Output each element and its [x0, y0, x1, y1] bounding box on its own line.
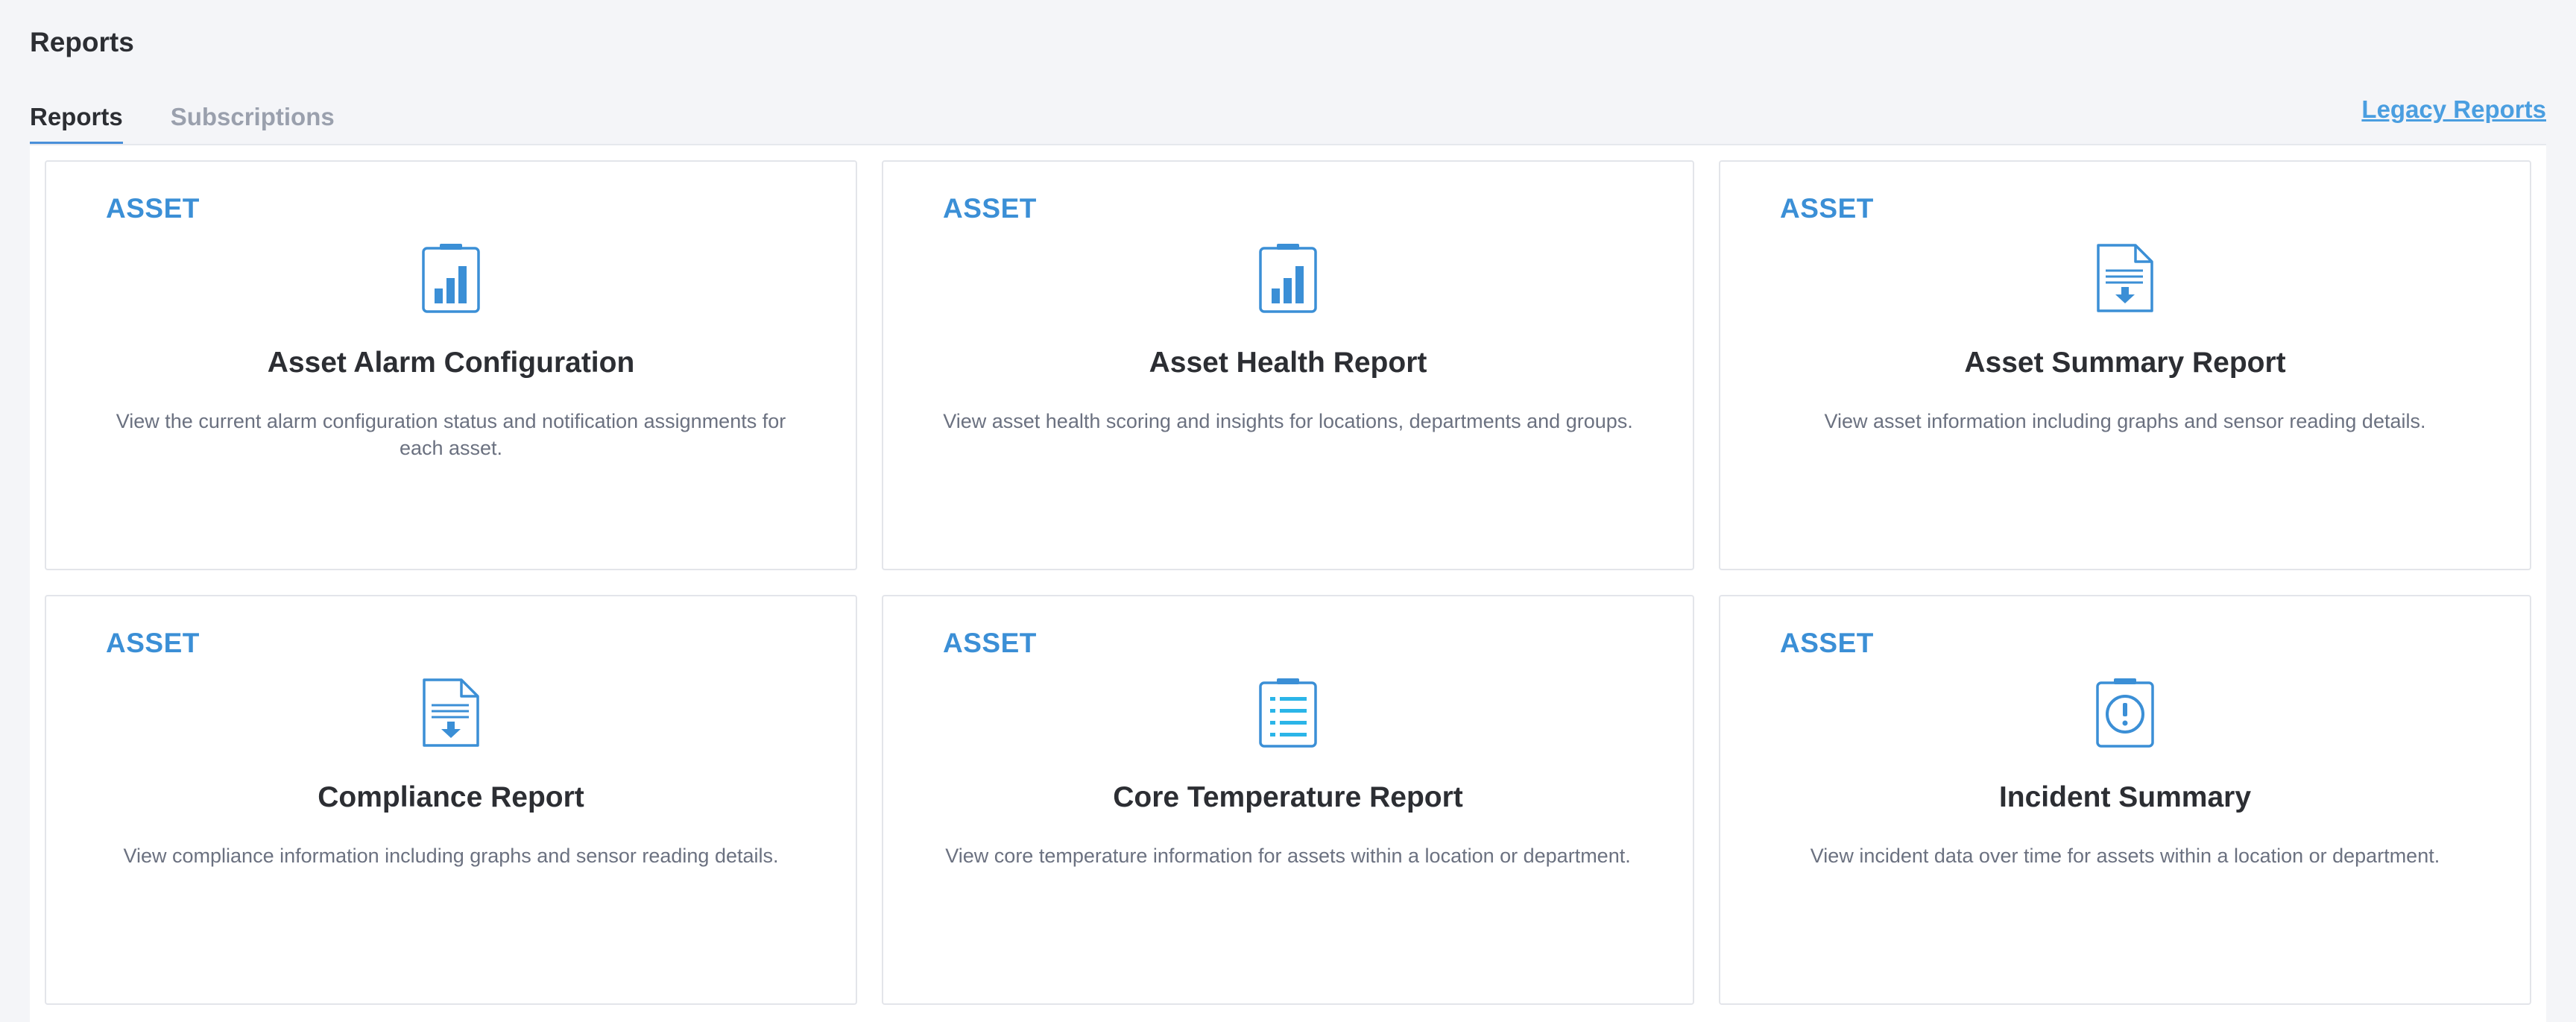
- report-card-asset-health-report[interactable]: ASSET Asset Health Report View asset hea…: [882, 160, 1694, 570]
- card-description: View incident data over time for assets …: [1810, 845, 2440, 867]
- card-title: Asset Alarm Configuration: [267, 347, 635, 379]
- card-description: View asset health scoring and insights f…: [943, 410, 1633, 432]
- list-clipboard-icon: [1258, 677, 1318, 748]
- card-description: View the current alarm configuration sta…: [116, 410, 786, 459]
- bar-chart-clipboard-icon: [421, 242, 481, 314]
- document-download-icon: [2095, 242, 2155, 314]
- report-card-incident-summary[interactable]: ASSET Incident Summary View incident dat…: [1719, 595, 2531, 1005]
- card-title: Incident Summary: [1998, 781, 2252, 813]
- report-tabs: Reports Subscriptions: [30, 103, 335, 145]
- document-download-icon: [421, 677, 481, 748]
- card-title: Asset Health Report: [1149, 347, 1427, 379]
- legacy-reports-link[interactable]: Legacy Reports: [2361, 95, 2546, 124]
- card-category: ASSET: [1780, 628, 1874, 658]
- reports-content: ASSET Asset Alarm Configuration View the…: [30, 144, 2546, 1022]
- card-category: ASSET: [1780, 193, 1874, 224]
- card-category: ASSET: [106, 628, 200, 658]
- reports-page: Reports Reports Subscriptions Legacy Rep…: [0, 0, 2576, 1022]
- card-description: View core temperature information for as…: [945, 845, 1631, 867]
- report-cards-grid: ASSET Asset Alarm Configuration View the…: [45, 160, 2531, 1005]
- report-card-compliance-report[interactable]: ASSET Compliance Report View compliance …: [45, 595, 857, 1005]
- card-category: ASSET: [943, 628, 1037, 658]
- tab-reports[interactable]: Reports: [30, 103, 123, 145]
- page-title: Reports: [30, 27, 134, 57]
- card-description: View compliance information including gr…: [123, 845, 779, 867]
- card-category: ASSET: [106, 193, 200, 224]
- card-category: ASSET: [943, 193, 1037, 224]
- card-title: Asset Summary Report: [1964, 347, 2286, 379]
- report-card-core-temperature-report[interactable]: ASSET Core Temperature Report View core …: [882, 595, 1694, 1005]
- card-title: Core Temperature Report: [1113, 781, 1463, 813]
- report-card-asset-summary-report[interactable]: ASSET Asset Summary Report View asset in…: [1719, 160, 2531, 570]
- card-description: View asset information including graphs …: [1824, 410, 2426, 432]
- card-title: Compliance Report: [318, 781, 584, 813]
- alert-clipboard-icon: [2095, 677, 2155, 748]
- tab-subscriptions[interactable]: Subscriptions: [171, 103, 335, 145]
- report-card-asset-alarm-configuration[interactable]: ASSET Asset Alarm Configuration View the…: [45, 160, 857, 570]
- bar-chart-clipboard-icon: [1258, 242, 1318, 314]
